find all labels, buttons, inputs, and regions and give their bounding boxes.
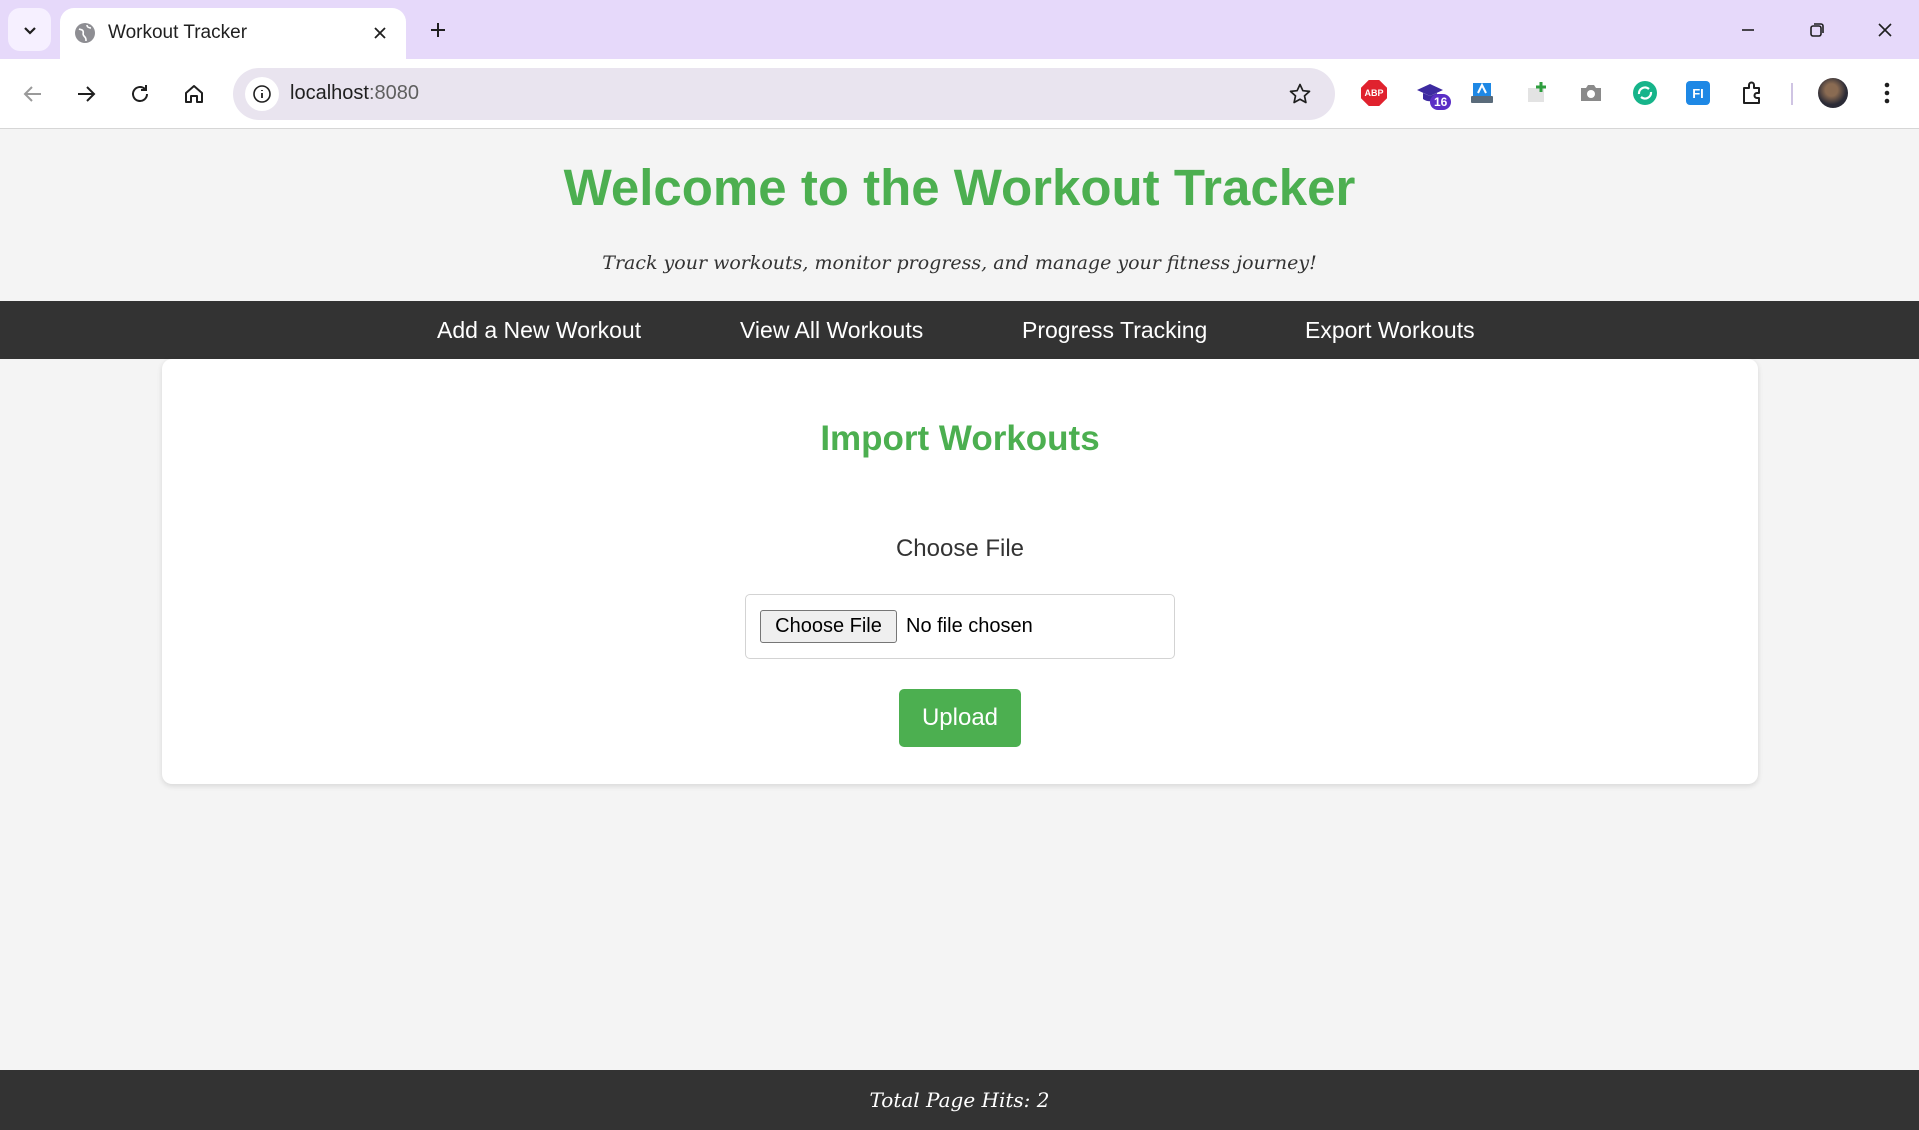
nav-progress-tracking[interactable]: Progress Tracking [1022, 317, 1207, 344]
add-extension-button[interactable] [1517, 73, 1557, 113]
camera-icon [1581, 85, 1601, 101]
home-icon [185, 85, 203, 103]
info-icon [253, 85, 271, 103]
kebab-menu-icon [1884, 82, 1890, 104]
browser-menu-button[interactable] [1867, 73, 1907, 113]
back-button[interactable] [13, 74, 53, 114]
import-card: Import Workouts Choose File Choose File … [162, 359, 1758, 784]
forward-button[interactable] [66, 74, 106, 114]
nav-add-workout[interactable]: Add a New Workout [437, 317, 641, 344]
arrow-right-icon [78, 86, 96, 102]
globe-icon [75, 23, 95, 43]
minimize-button[interactable] [1728, 10, 1768, 50]
url-port: :8080 [368, 82, 419, 104]
nav-export-workouts[interactable]: Export Workouts [1305, 317, 1475, 344]
nav-view-workouts[interactable]: View All Workouts [740, 317, 923, 344]
extensions-menu-button[interactable] [1733, 73, 1773, 113]
footer: Total Page Hits: 2 [0, 1070, 1919, 1130]
fi-extension-button[interactable]: FI [1678, 73, 1718, 113]
window-close-button[interactable] [1865, 10, 1905, 50]
close-icon [1878, 23, 1892, 37]
new-tab-button[interactable] [422, 14, 454, 46]
sync-extension-button[interactable] [1625, 73, 1665, 113]
chevron-down-icon [23, 26, 36, 35]
file-input[interactable]: Choose File No file chosen [745, 594, 1175, 659]
main-nav: Add a New Workout View All Workouts Prog… [0, 301, 1919, 359]
screenshot-extension-button[interactable] [1571, 73, 1611, 113]
page-title: Welcome to the Workout Tracker [563, 159, 1356, 216]
reload-icon [132, 85, 148, 102]
file-status-text: No file chosen [906, 615, 1033, 637]
plus-page-icon [1528, 82, 1546, 102]
upload-button[interactable]: Upload [899, 689, 1021, 747]
sync-icon [1633, 81, 1657, 105]
browser-toolbar: localhost:8080 ABP 16 FI [0, 59, 1919, 129]
adblock-icon: ABP [1361, 80, 1387, 106]
adblock-extension-button[interactable]: ABP [1354, 73, 1394, 113]
file-label: Choose File [895, 535, 1025, 562]
import-title: Import Workouts [820, 419, 1100, 458]
reload-button[interactable] [120, 74, 160, 114]
restore-button[interactable] [1797, 10, 1837, 50]
toolbar-separator [1791, 83, 1793, 105]
url-host: localhost [290, 82, 369, 104]
site-info-button[interactable] [245, 77, 279, 111]
tab-close-button[interactable] [366, 19, 394, 47]
choose-file-button[interactable]: Choose File [760, 610, 897, 643]
page-hits-text: Total Page Hits: 2 [869, 1088, 1050, 1112]
minimize-icon [1742, 29, 1754, 31]
home-button[interactable] [174, 74, 214, 114]
star-icon [1289, 83, 1311, 104]
plus-icon [431, 23, 445, 37]
fi-icon: FI [1686, 81, 1710, 105]
close-icon [374, 27, 386, 39]
browser-tab-active[interactable]: Workout Tracker [60, 8, 406, 59]
avatar [1818, 78, 1848, 108]
restore-icon [1810, 23, 1824, 37]
extension-badge: 16 [1430, 94, 1452, 110]
graduation-extension-button[interactable]: 16 [1410, 73, 1452, 113]
scanner-extension-button[interactable] [1462, 73, 1502, 113]
tab-title: Workout Tracker [108, 22, 248, 43]
puzzle-icon [1743, 81, 1760, 104]
tab-search-button[interactable] [8, 8, 51, 51]
page-subtitle: Track your workouts, monitor progress, a… [602, 252, 1317, 274]
address-bar[interactable]: localhost:8080 [233, 68, 1335, 120]
scanner-icon [1471, 82, 1493, 103]
url-text: localhost:8080 [290, 82, 419, 105]
tab-strip: Workout Tracker [0, 0, 1919, 59]
arrow-left-icon [23, 86, 41, 102]
profile-button[interactable] [1813, 73, 1853, 113]
bookmark-button[interactable] [1285, 79, 1315, 109]
